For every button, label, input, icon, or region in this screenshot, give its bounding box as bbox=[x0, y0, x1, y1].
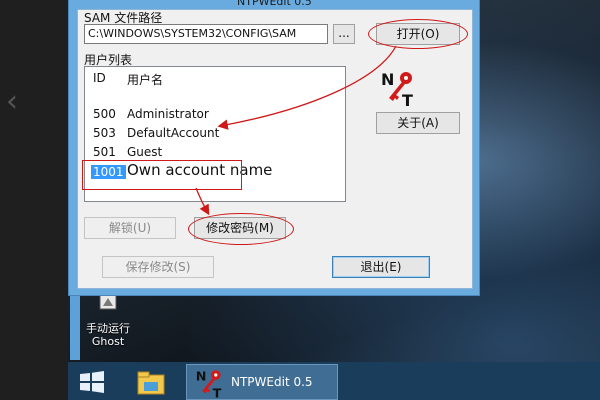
windows-start-icon[interactable] bbox=[78, 370, 106, 394]
window-title: NTPWEdit 0.5 bbox=[237, 0, 312, 8]
chevron-left-icon[interactable]: ‹ bbox=[6, 84, 18, 119]
ntpwedit-window: NTPWEdit 0.5 SAM 文件路径 C:\WINDOWS\SYSTEM3… bbox=[68, 0, 480, 296]
shortcut-label-line2: Ghost bbox=[91, 335, 125, 348]
ntpwedit-key-icon: N T bbox=[196, 370, 222, 399]
window-client-area: SAM 文件路径 C:\WINDOWS\SYSTEM32\CONFIG\SAM … bbox=[77, 9, 473, 289]
title-bar[interactable]: NTPWEdit 0.5 bbox=[69, 0, 479, 9]
taskbar-ntpwedit-label: NTPWEdit 0.5 bbox=[231, 375, 313, 389]
taskbar: N T NTPWEdit 0.5 bbox=[68, 362, 600, 400]
taskbar-logo-letter-t: T bbox=[213, 386, 222, 399]
left-dark-margin: ‹ bbox=[0, 0, 68, 400]
file-explorer-icon[interactable] bbox=[136, 370, 166, 396]
annotation-arrows bbox=[195, 45, 397, 216]
taskbar-logo-letter-n: N bbox=[196, 370, 207, 385]
ghost-shortcut[interactable]: 手动运行 Ghost bbox=[78, 290, 138, 350]
taskbar-ntpwedit-button[interactable]: N T NTPWEdit 0.5 bbox=[186, 364, 338, 400]
shortcut-label-line1: 手动运行 bbox=[86, 322, 130, 335]
